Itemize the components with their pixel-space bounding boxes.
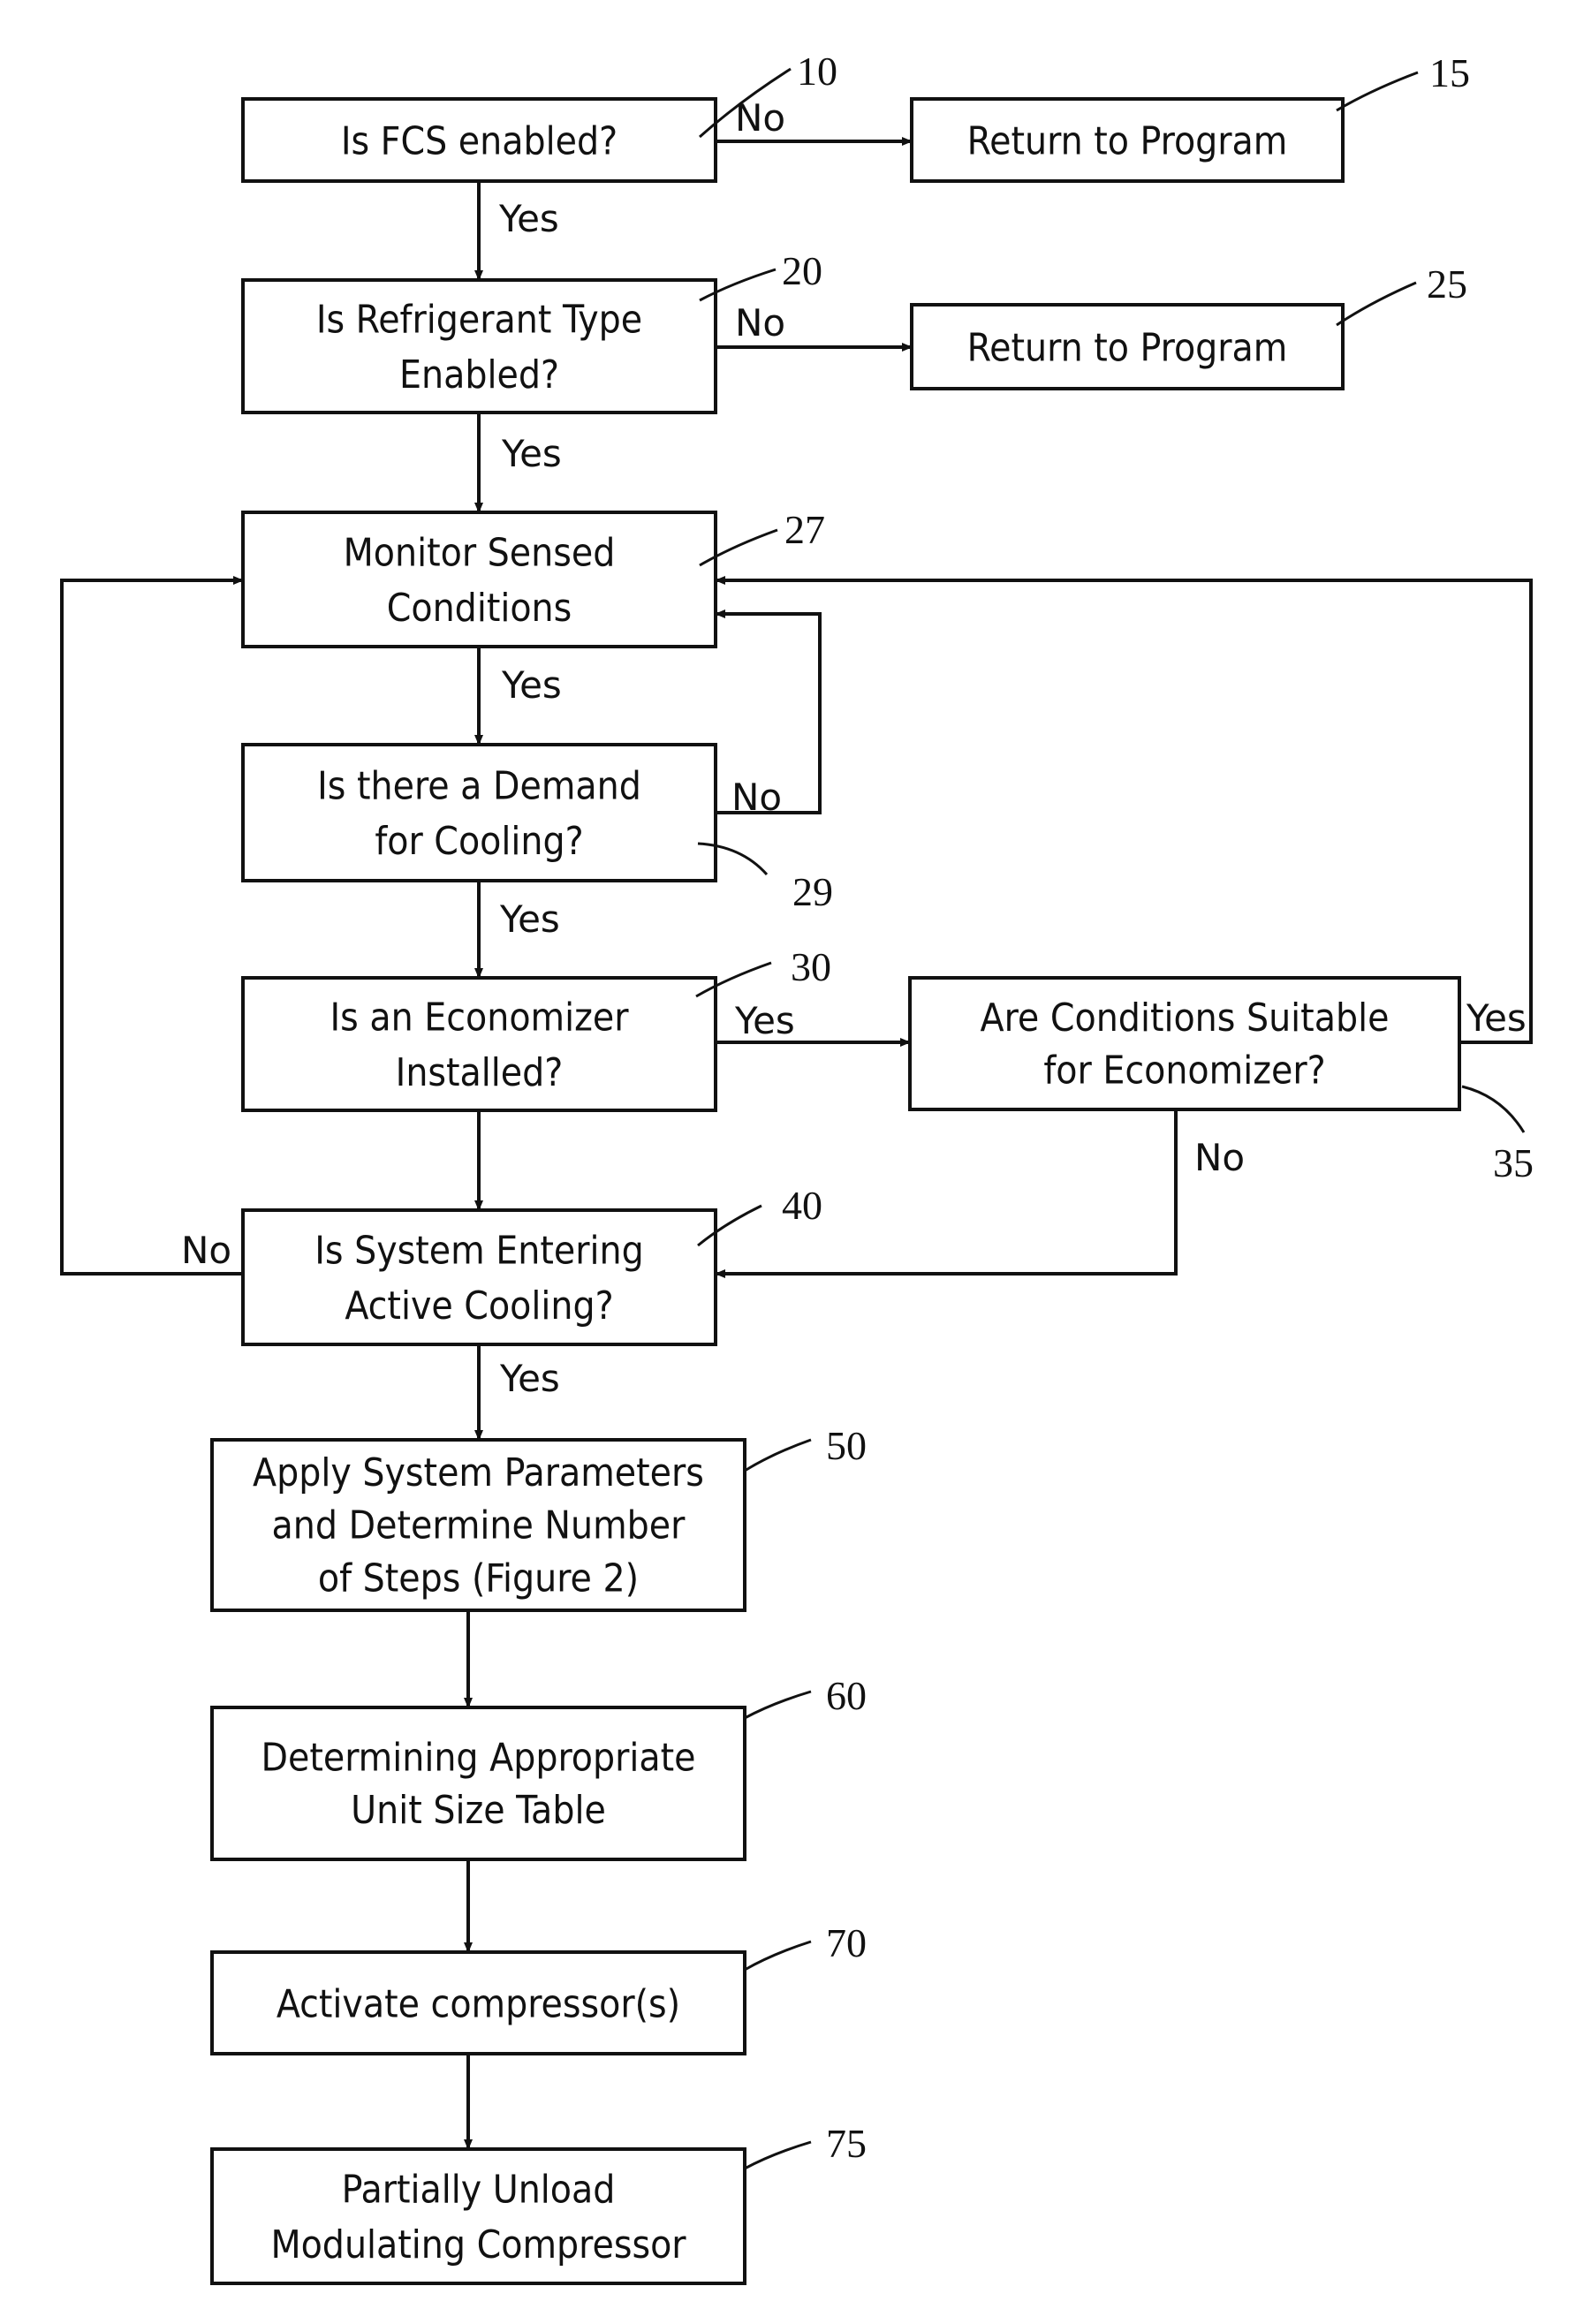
leader-line [1461, 1085, 1526, 1133]
reference-numeral-70: 70 [744, 1920, 867, 1972]
node-box [210, 1706, 746, 1861]
reference-number: 40 [782, 1183, 822, 1228]
reference-number: 20 [782, 248, 822, 293]
edge-label-no: No [735, 96, 785, 140]
reference-number: 35 [1493, 1140, 1534, 1185]
reference-numeral-75: 75 [744, 2121, 867, 2170]
reference-number: 27 [784, 507, 825, 552]
flow-node-75: Partially Unload Modulating Compressor [210, 2147, 746, 2285]
leader-line [1336, 281, 1417, 327]
flow-node-27: Monitor Sensed Conditions [241, 511, 717, 648]
node-text-line: Installed? [396, 1050, 564, 1095]
reference-number: 70 [826, 1920, 867, 1965]
flow-edge-40-27 [60, 576, 244, 1276]
edge-label-yes: Yes [499, 897, 560, 941]
node-text-line: Active Cooling? [345, 1283, 613, 1329]
node-text-line: Partially Unload [342, 2168, 616, 2213]
edge-label-yes: Yes [1466, 996, 1527, 1040]
edge-label-yes: Yes [499, 1357, 560, 1400]
leader-line [744, 1940, 812, 1972]
node-text-line: Conditions [387, 586, 572, 631]
flow-node-30: Is an Economizer Installed? [241, 976, 717, 1112]
reference-numeral-25: 25 [1336, 261, 1467, 327]
node-text-line: Monitor Sensed [344, 531, 616, 576]
flowchart-canvas: Is FCS enabled? Return to Program Is Refri… [60, 49, 1534, 2285]
reference-numeral-15: 15 [1336, 50, 1470, 112]
node-text-line: Is an Economizer [330, 995, 629, 1041]
node-text-line: Is System Entering [314, 1229, 644, 1274]
flow-node-60: Determining Appropriate Unit Size Table [210, 1706, 746, 1861]
flow-node-40: Is System Entering Active Cooling? [241, 1208, 717, 1346]
node-text-line: and Determine Number [272, 1503, 686, 1548]
edge-label-yes: Yes [501, 432, 562, 475]
node-text-line: Enabled? [399, 352, 559, 397]
edge-label-yes: Yes [501, 663, 562, 707]
node-text-line: Return to Program [967, 325, 1288, 370]
node-text-line: Modulating Compressor [270, 2222, 686, 2267]
edge-label-yes: Yes [734, 999, 795, 1042]
node-text-line: of Steps (Figure 2) [318, 1556, 639, 1601]
edge-label-no: No [1194, 1136, 1245, 1179]
edge-label-yes: Yes [498, 197, 559, 240]
reference-number: 50 [826, 1423, 867, 1468]
node-text-line: Activate compressor(s) [277, 1981, 680, 2026]
flow-node-70: Activate compressor(s) [210, 1950, 746, 2055]
node-text-line: Are Conditions Suitable [981, 995, 1390, 1041]
reference-number: 15 [1429, 50, 1470, 95]
leader-line [744, 1438, 812, 1472]
reference-number: 30 [791, 944, 831, 989]
node-text-line: for Economizer? [1043, 1048, 1325, 1093]
node-text-line: Return to Program [967, 118, 1288, 163]
node-text-line: Is Refrigerant Type [316, 298, 642, 343]
connector-arrow [715, 576, 1533, 1044]
edge-label-no: No [181, 1229, 231, 1272]
leader-line [744, 1690, 812, 1720]
leader-line [1336, 71, 1419, 112]
flow-node-29: Is there a Demand for Cooling? [241, 743, 717, 882]
node-text-line: Is there a Demand [317, 764, 641, 809]
reference-numeral-29: 29 [697, 842, 833, 914]
flow-node-20: Is Refrigerant Type Enabled? [241, 278, 717, 414]
edge-label-no: No [731, 776, 782, 819]
reference-numeral-27: 27 [699, 507, 825, 567]
node-text-line: Is FCS enabled? [341, 118, 618, 163]
flow-node-10: Is FCS enabled? [241, 97, 717, 183]
flow-node-50: Apply System Parameters and Determine Num… [210, 1438, 746, 1612]
reference-numeral-60: 60 [744, 1673, 867, 1720]
reference-number: 75 [826, 2121, 867, 2166]
leader-line [744, 2140, 812, 2170]
reference-numeral-35: 35 [1461, 1085, 1534, 1185]
reference-number: 60 [826, 1673, 867, 1718]
reference-numeral-50: 50 [744, 1423, 867, 1472]
flow-node-25: Return to Program [910, 303, 1345, 390]
connector-arrow [60, 576, 244, 1276]
reference-numeral-20: 20 [699, 248, 822, 302]
node-text-line: for Cooling? [375, 819, 583, 864]
flow-node-15: Return to Program [910, 97, 1345, 183]
edge-label-no: No [735, 301, 785, 344]
node-text-line: Unit Size Table [351, 1788, 606, 1833]
flow-node-35: Are Conditions Suitable for Economizer? [908, 976, 1461, 1111]
node-text-line: Apply System Parameters [253, 1450, 704, 1495]
reference-number: 10 [797, 49, 837, 94]
flow-edge-35-27 [715, 576, 1533, 1044]
reference-number: 25 [1427, 261, 1467, 307]
node-text-line: Determining Appropriate [261, 1735, 695, 1780]
reference-number: 29 [792, 869, 833, 914]
